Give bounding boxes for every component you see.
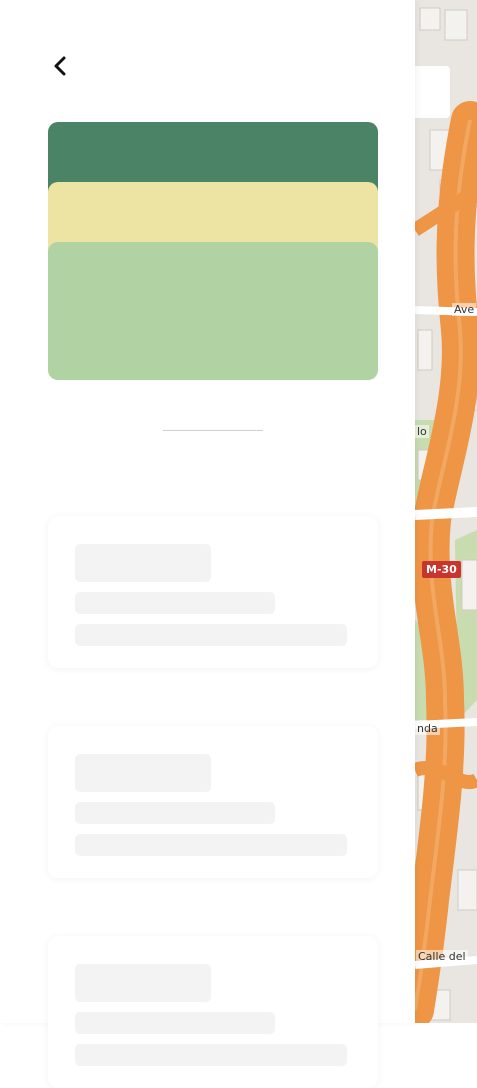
skeleton-title	[75, 754, 211, 792]
drag-handle-divider	[163, 430, 263, 431]
back-button[interactable]	[48, 52, 76, 80]
skeleton-card	[48, 936, 378, 1088]
skeleton-line	[75, 802, 275, 824]
skeleton-card	[48, 726, 378, 878]
map-label-nda: nda	[415, 722, 440, 735]
chevron-left-icon	[54, 56, 66, 76]
skeleton-line	[75, 592, 275, 614]
map-label-ave: Ave	[452, 303, 477, 316]
skeleton-line	[75, 834, 347, 856]
map-control-chip[interactable]	[410, 66, 450, 118]
skeleton-line	[75, 624, 347, 646]
map-label-calle-del: Calle del	[416, 950, 468, 963]
skeleton-title	[75, 964, 211, 1002]
skeleton-card	[48, 516, 378, 668]
card-stack[interactable]	[48, 122, 378, 380]
skeleton-title	[75, 544, 211, 582]
highway-shield: M-30	[422, 561, 461, 578]
card-light-green[interactable]	[48, 242, 378, 380]
skeleton-line	[75, 1012, 275, 1034]
map-label-lo: lo	[415, 425, 429, 438]
skeleton-line	[75, 1044, 347, 1066]
side-panel	[0, 0, 415, 1088]
